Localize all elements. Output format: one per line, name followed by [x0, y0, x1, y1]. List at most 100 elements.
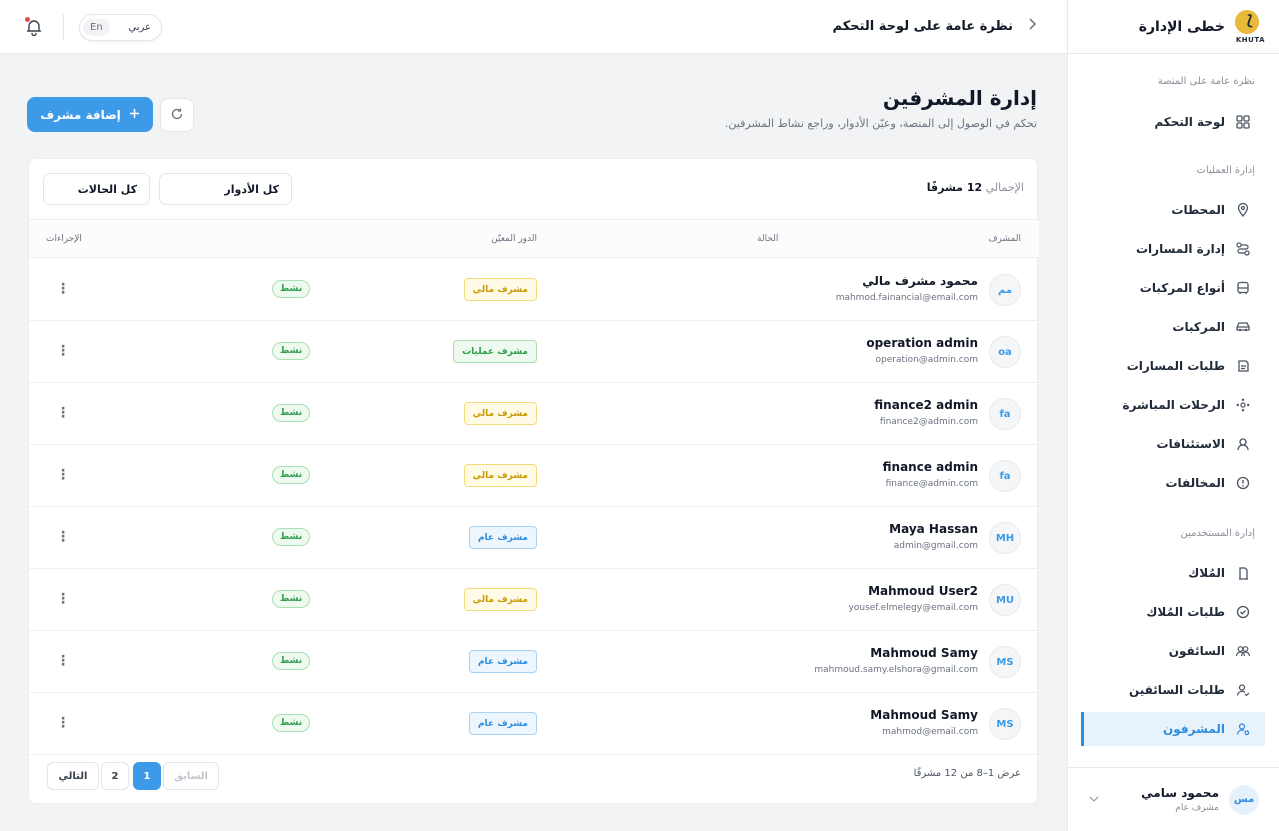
notification-dot — [25, 17, 30, 22]
car-icon — [1235, 319, 1251, 335]
status-badge: نشط — [272, 466, 311, 484]
table-header: المشرف الدور المعيّن الحالة الإجراءات — [29, 221, 1039, 258]
sidebar-item-label: الرحلات المباشرة — [1122, 398, 1226, 412]
top-header: ⟆ KHUTA خطى الإدارة نظرة عامة على لوحة ا… — [0, 0, 1279, 54]
sidebar-item-owners[interactable]: المُلاك — [1081, 556, 1265, 590]
breadcrumb-title: نظرة عامة على لوحة التحكم — [832, 18, 1014, 34]
sidebar-item-stations[interactable]: المحطات — [1081, 193, 1265, 227]
table-row[interactable]: fa finance2 admin finance2@admin.com مشرف م… — [29, 383, 1039, 445]
khuta-logo: ⟆ KHUTA — [1233, 10, 1264, 44]
breadcrumb: نظرة عامة على لوحة التحكم — [833, 18, 1038, 34]
status-badge: نشط — [272, 590, 311, 608]
profile-role: مشرف عام — [1175, 803, 1219, 813]
table-row[interactable]: MS Mahmoud Samy mahmoud.samy.elshora@gmail… — [29, 631, 1039, 693]
role-badge: مشرف مالي — [463, 402, 537, 425]
language-toggle[interactable]: عربي En — [79, 14, 162, 41]
sidebar-item-violations[interactable]: المخالفات — [1081, 466, 1265, 500]
sidebar-item-appeals[interactable]: الاستئنافات — [1081, 427, 1265, 461]
sidebar-item-label: طلبات المسارات — [1126, 359, 1225, 373]
table-row[interactable]: fa finance admin finance@admin.com مشرف مال… — [29, 445, 1039, 507]
role-badge: مشرف مالي — [463, 464, 537, 487]
sidebar-item-dashboard[interactable]: لوحة التحكم — [1081, 105, 1265, 139]
sidebar-item-live-trips[interactable]: الرحلات المباشرة — [1081, 388, 1265, 422]
roles-select[interactable]: كل الأدوار — [159, 173, 292, 205]
more-actions-icon[interactable]: ⋮ — [56, 465, 70, 485]
sidebar-item-label: أنواع المركبات — [1139, 281, 1225, 295]
header-divider — [1067, 0, 1068, 54]
col-supervisor: المشرف — [988, 234, 1021, 244]
pagination: عرض 1–8 من 12 مشرفًا السابق 1 2 التالي — [29, 749, 1039, 803]
filter-bar: الإجمالي 12 مشرفًا كل الأدوار كل الحالات — [29, 159, 1039, 220]
avatar: MU — [989, 584, 1021, 616]
supervisor-name: محمود مشرف مالي — [862, 274, 978, 288]
table-row[interactable]: MU Mahmoud User2 yousef.elmelegy@email.com… — [29, 569, 1039, 631]
table-row[interactable]: MH Maya Hassan admin@gmail.com مشرف عام نشط ⋮ — [29, 507, 1039, 569]
sidebar-item-label: المُلاك — [1188, 566, 1225, 580]
page-1-button[interactable]: 1 — [133, 762, 161, 790]
table-row[interactable]: MS Mahmoud Samy mahmod@email.com مشرف عام نش… — [29, 693, 1039, 755]
col-role: الدور المعيّن — [491, 234, 537, 244]
role-badge: مشرف مالي — [463, 588, 537, 611]
sidebar-item-label: الاستئنافات — [1156, 437, 1225, 451]
status-select[interactable]: كل الحالات — [43, 173, 150, 205]
more-actions-icon[interactable]: ⋮ — [56, 589, 70, 609]
refresh-icon — [170, 106, 184, 125]
more-actions-icon[interactable]: ⋮ — [56, 279, 70, 299]
lang-option-ar[interactable]: عربي — [121, 19, 158, 36]
supervisor-email: finance2@admin.com — [879, 417, 978, 427]
appeals-icon — [1235, 436, 1251, 452]
sidebar-item-drivers[interactable]: السائقون — [1081, 634, 1265, 668]
role-badge: مشرف عام — [468, 526, 537, 549]
sidebar-item-supervisors[interactable]: المشرفون — [1081, 712, 1265, 746]
lang-option-en[interactable]: En — [83, 19, 110, 36]
chevron-back-icon[interactable] — [1027, 18, 1037, 34]
sidebar-item-route-requests[interactable]: طلبات المسارات — [1081, 349, 1265, 383]
chevron-down-icon[interactable] — [1089, 794, 1099, 805]
avatar: MS — [989, 708, 1021, 740]
brand-name: خطى الإدارة — [1138, 19, 1225, 35]
avatar: oa — [989, 336, 1021, 368]
grid-icon — [1235, 114, 1251, 130]
more-actions-icon[interactable]: ⋮ — [56, 527, 70, 547]
status-select-value: كل الحالات — [77, 182, 137, 196]
sidebar-item-owner-requests[interactable]: طلبات المُلاك — [1081, 595, 1265, 629]
col-actions: الإجراءات — [46, 234, 82, 244]
page-2-button[interactable]: 2 — [101, 762, 129, 790]
profile-name: محمود سامي — [1141, 786, 1219, 800]
page-subtitle: تحكم في الوصول إلى المنصة، وعيّن الأدوار… — [724, 117, 1037, 130]
sidebar-item-vehicles[interactable]: المركبات — [1081, 310, 1265, 344]
section-title-overview: نظرة عامة على المنصة — [1157, 76, 1255, 87]
brand[interactable]: ⟆ KHUTA خطى الإدارة — [1138, 10, 1264, 44]
total-count: الإجمالي 12 مشرفًا — [926, 181, 1024, 194]
supervisors-card: الإجمالي 12 مشرفًا كل الأدوار كل الحالات… — [28, 158, 1039, 804]
user-gear-icon — [1235, 721, 1251, 737]
notification-bell-icon[interactable] — [24, 17, 44, 37]
avatar: مم — [989, 274, 1021, 306]
owner-icon — [1235, 565, 1251, 581]
add-supervisor-button[interactable]: إضافة مشرف — [27, 97, 153, 132]
supervisor-email: yousef.elmelegy@email.com — [848, 603, 978, 613]
sidebar-item-label: المحطات — [1171, 203, 1225, 217]
sidebar-item-driver-requests[interactable]: طلبات السائقين — [1081, 673, 1265, 707]
more-actions-icon[interactable]: ⋮ — [56, 651, 70, 671]
table-row[interactable]: مم محمود مشرف مالي mahmod.fainancial@email… — [29, 259, 1039, 321]
refresh-button[interactable] — [160, 98, 194, 132]
role-badge: مشرف عام — [468, 650, 537, 673]
table-row[interactable]: oa operation admin operation@admin.com مشرف… — [29, 321, 1039, 383]
more-actions-icon[interactable]: ⋮ — [56, 403, 70, 423]
supervisor-name: operation admin — [866, 336, 978, 350]
route-icon — [1235, 241, 1251, 257]
roles-select-value: كل الأدوار — [224, 182, 279, 196]
supervisor-email: mahmod@email.com — [882, 727, 978, 737]
more-actions-icon[interactable]: ⋮ — [56, 713, 70, 733]
header-separator — [63, 14, 64, 40]
prev-page-button[interactable]: السابق — [163, 762, 219, 790]
more-actions-icon[interactable]: ⋮ — [56, 341, 70, 361]
sidebar-item-routes[interactable]: إدارة المسارات — [1081, 232, 1265, 266]
next-page-button[interactable]: التالي — [47, 762, 99, 790]
user-profile[interactable]: مس محمود سامي مشرف عام — [1067, 767, 1279, 831]
supervisor-email: mahmod.fainancial@email.com — [835, 293, 978, 303]
sidebar-item-vehicle-types[interactable]: أنواع المركبات — [1081, 271, 1265, 305]
avatar: MH — [989, 522, 1021, 554]
supervisor-email: admin@gmail.com — [893, 541, 978, 551]
